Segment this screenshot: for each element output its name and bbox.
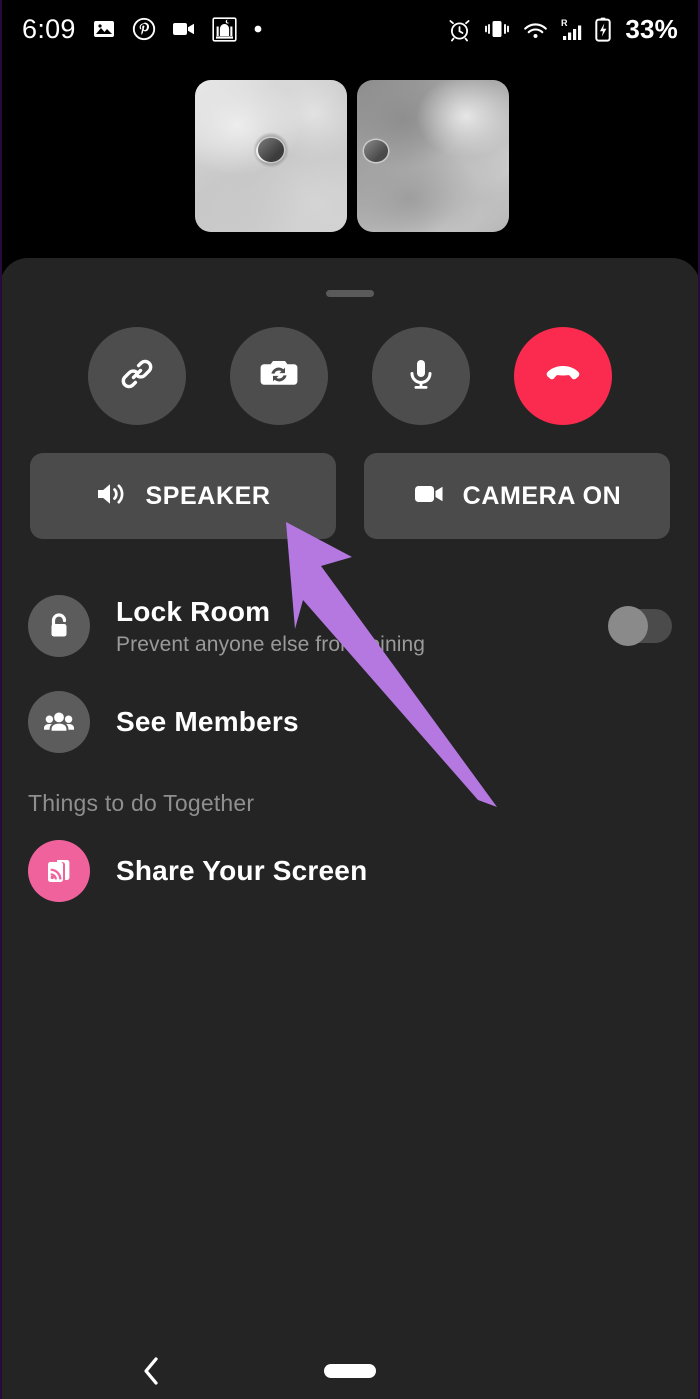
- toggle-knob: [608, 606, 648, 646]
- wifi-icon: [522, 19, 549, 40]
- lock-room-toggle[interactable]: [608, 606, 672, 646]
- see-members-title: See Members: [116, 705, 299, 737]
- things-to-do-section-title: Things to do Together: [28, 790, 255, 816]
- screen-cast-icon: [28, 840, 90, 902]
- end-call-button[interactable]: [514, 327, 612, 425]
- lock-room-title: Lock Room: [116, 596, 271, 628]
- video-subject-detail: [258, 137, 284, 162]
- speaker-toggle-button[interactable]: SPEAKER: [30, 453, 336, 539]
- back-icon[interactable]: [138, 1354, 164, 1388]
- prayer-app-icon: [212, 16, 237, 42]
- call-controls-row: [0, 316, 700, 436]
- status-bar: 6:09 R 33%: [0, 0, 700, 58]
- share-link-button[interactable]: [88, 327, 186, 425]
- options-list: Lock Room Prevent anyone else from joini…: [0, 578, 700, 919]
- screen-edge-left: [0, 0, 2, 1399]
- alarm-icon: [447, 17, 472, 42]
- unlock-icon: [28, 595, 90, 657]
- see-members-text: See Members: [116, 705, 672, 739]
- battery-charging-icon: [595, 17, 612, 42]
- phone-hangup-icon: [539, 350, 587, 403]
- battery-percent-label: 33%: [625, 13, 678, 44]
- share-your-screen-text: Share Your Screen: [116, 854, 672, 888]
- share-your-screen-title: Share Your Screen: [116, 854, 368, 886]
- call-options-sheet: SPEAKER CAMERA ON Lock Room Prevent anyo…: [0, 258, 700, 1343]
- notification-dot-icon: [253, 24, 263, 34]
- media-toggles-row: SPEAKER CAMERA ON: [0, 453, 700, 539]
- video-subject-detail: [364, 140, 388, 163]
- phone-screen: 6:09 R 33% SPEAKER CAMERA ON Lock Room P…: [0, 0, 700, 1399]
- self-video-tile[interactable]: [195, 80, 347, 232]
- share-your-screen-row[interactable]: Share Your Screen: [0, 823, 700, 919]
- camera-toggle-button[interactable]: CAMERA ON: [364, 453, 670, 539]
- camera-flip-icon: [256, 351, 302, 402]
- status-bar-right: R 33%: [447, 14, 678, 45]
- lock-room-row[interactable]: Lock Room Prevent anyone else from joini…: [0, 578, 700, 674]
- status-bar-clock: 6:09: [22, 13, 76, 44]
- lock-room-subtitle: Prevent anyone else from joining: [116, 632, 426, 656]
- sheet-drag-handle[interactable]: [326, 290, 374, 297]
- vibrate-icon: [484, 18, 510, 40]
- svg-text:R: R: [561, 18, 568, 28]
- speaker-icon: [95, 479, 129, 514]
- signal-bars-icon: R: [561, 17, 583, 41]
- video-camera-icon: [172, 20, 196, 38]
- status-bar-left: 6:09: [22, 14, 263, 45]
- video-camera-icon: [413, 481, 447, 512]
- camera-label: CAMERA ON: [462, 481, 622, 510]
- microphone-icon: [398, 351, 444, 402]
- group-people-icon: [28, 691, 90, 753]
- home-indicator[interactable]: [324, 1364, 376, 1378]
- video-grid: [0, 58, 700, 258]
- gallery-icon: [92, 17, 116, 41]
- see-members-row[interactable]: See Members: [0, 674, 700, 770]
- system-navigation-bar: [0, 1343, 700, 1399]
- lock-room-text: Lock Room Prevent anyone else from joini…: [116, 595, 610, 656]
- mute-microphone-button[interactable]: [372, 327, 470, 425]
- flip-camera-button[interactable]: [230, 327, 328, 425]
- remote-video-tile[interactable]: [357, 80, 509, 232]
- link-icon: [114, 351, 160, 402]
- pinterest-icon: [132, 17, 156, 41]
- speaker-label: SPEAKER: [145, 481, 271, 510]
